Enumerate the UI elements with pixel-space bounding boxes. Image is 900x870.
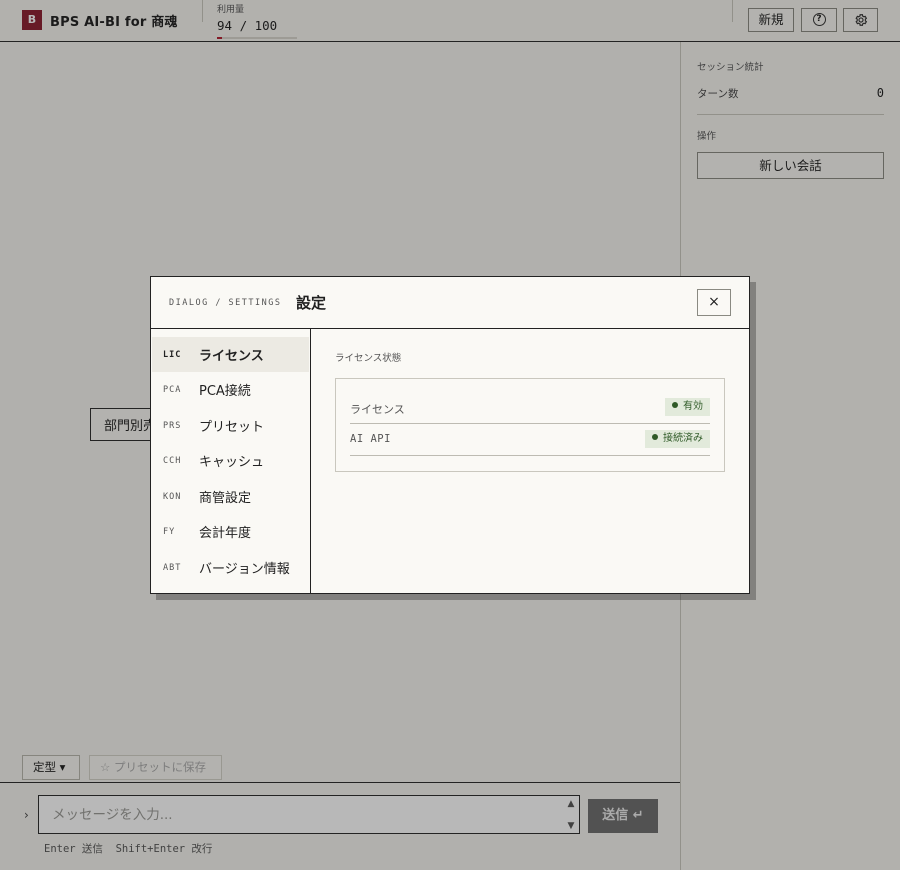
status-row-license: ライセンス 有効 — [350, 392, 710, 424]
nav-item-label: キャッシュ — [199, 455, 265, 470]
nav-item-code: ABT — [163, 563, 182, 573]
nav-item-label: PCA接続 — [199, 384, 251, 399]
status-badge-text: 接続済み — [663, 433, 703, 444]
dialog-header: DIALOG / SETTINGS 設定 × — [151, 277, 749, 329]
nav-item-code: PCA — [163, 385, 182, 395]
nav-item-pca[interactable]: PCA PCA接続 — [152, 372, 309, 407]
status-badge-text: 有効 — [683, 401, 703, 412]
status-dot-icon — [672, 402, 678, 408]
nav-item-label: 会計年度 — [199, 526, 252, 541]
dialog-breadcrumb: DIALOG / SETTINGS — [169, 298, 282, 308]
status-dot-icon — [652, 434, 658, 440]
settings-content: ライセンス状態 ライセンス 有効 AI API 接続済み — [312, 329, 749, 593]
nav-item-label: ライセンス — [199, 349, 264, 364]
nav-item-license[interactable]: LIC ライセンス — [152, 337, 309, 372]
close-button[interactable]: × — [697, 289, 731, 316]
license-status-label: ライセンス状態 — [335, 353, 402, 364]
status-badge: 接続済み — [645, 430, 710, 448]
nav-item-cache[interactable]: CCH キャッシュ — [152, 443, 309, 478]
nav-item-code: KON — [163, 492, 182, 502]
nav-item-about[interactable]: ABT バージョン情報 — [152, 550, 309, 585]
status-row-ai-api: AI API 接続済み — [350, 424, 710, 456]
status-name: ライセンス — [350, 403, 405, 416]
status-badge: 有効 — [665, 398, 710, 416]
nav-item-presets[interactable]: PRS プリセット — [152, 408, 309, 443]
status-name: AI API — [350, 433, 391, 445]
nav-item-label: 商管設定 — [199, 491, 252, 506]
nav-item-code: LIC — [163, 350, 182, 360]
nav-item-code: FY — [163, 527, 176, 537]
nav-item-code: CCH — [163, 456, 182, 466]
close-icon: × — [708, 294, 720, 310]
settings-nav: LIC ライセンス PCA PCA接続 PRS プリセット CCH キャッシュ … — [151, 329, 311, 593]
nav-item-label: バージョン情報 — [199, 562, 290, 577]
nav-item-fiscal-year[interactable]: FY 会計年度 — [152, 514, 309, 549]
nav-item-konsettings[interactable]: KON 商管設定 — [152, 479, 309, 514]
nav-item-label: プリセット — [199, 420, 265, 435]
dialog-title: 設定 — [296, 294, 327, 312]
license-status-box: ライセンス 有効 AI API 接続済み — [335, 378, 725, 472]
nav-item-code: PRS — [163, 421, 182, 431]
settings-dialog: DIALOG / SETTINGS 設定 × LIC ライセンス PCA PCA… — [150, 276, 750, 594]
